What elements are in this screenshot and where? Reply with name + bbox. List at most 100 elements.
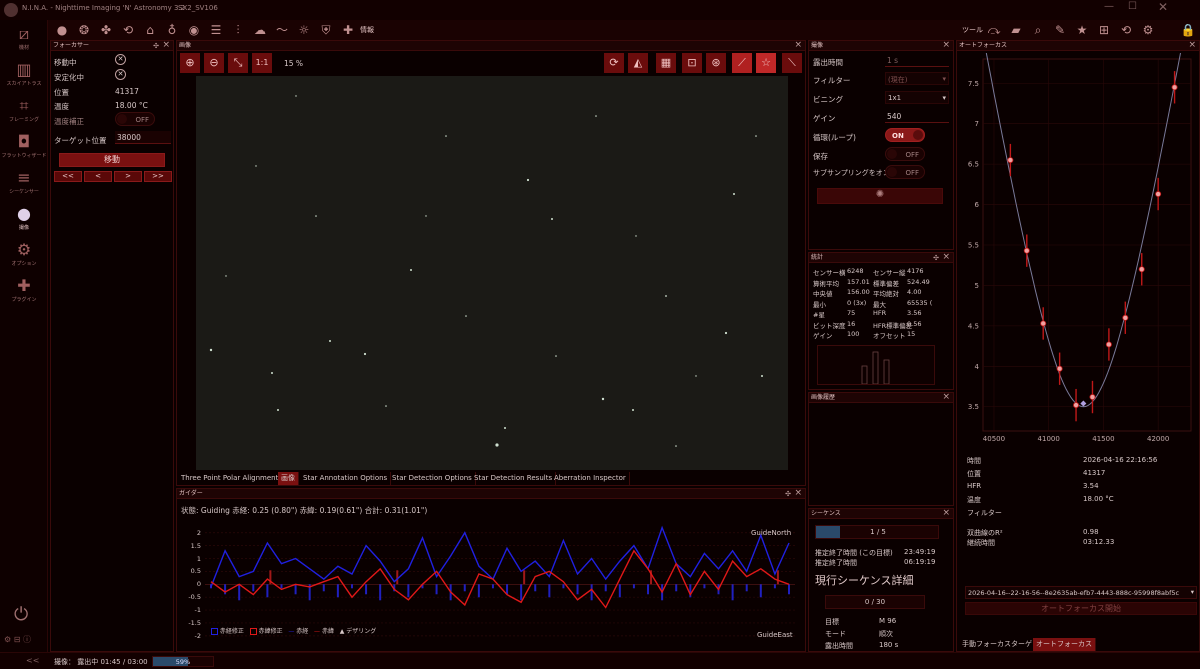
- bottom-icons[interactable]: ⚙ ⊟ ⓘ: [4, 634, 31, 645]
- pin-icon[interactable]: ✣: [153, 41, 159, 51]
- star-icon[interactable]: ★: [1072, 20, 1092, 40]
- ra-correction-bar: [534, 584, 537, 592]
- histogram: [817, 345, 935, 385]
- close-icon[interactable]: ×: [1188, 41, 1196, 50]
- loop-toggle[interactable]: ON: [885, 128, 925, 142]
- sidebar-item-options[interactable]: ⚙ オプション: [0, 240, 48, 267]
- ruler-icon[interactable]: ▰: [1006, 20, 1026, 40]
- close-icon[interactable]: ×: [942, 393, 950, 402]
- close-icon[interactable]: ×: [162, 41, 170, 50]
- focuser-icon[interactable]: ✤: [96, 20, 116, 40]
- sliders-icon[interactable]: ⫶: [228, 20, 248, 40]
- pin-icon[interactable]: ✣: [933, 253, 939, 263]
- rotator-icon[interactable]: ⟲: [118, 20, 138, 40]
- search-icon[interactable]: ⌕: [1028, 20, 1048, 40]
- mount-icon[interactable]: ♁: [162, 20, 182, 40]
- puzzle-icon[interactable]: ✚: [338, 20, 358, 40]
- close-icon[interactable]: ×: [942, 253, 950, 262]
- tab-image[interactable]: 画像: [278, 472, 299, 485]
- list-icon[interactable]: ☰: [206, 20, 226, 40]
- ra-correction-bar: [350, 584, 353, 589]
- star-field-image[interactable]: [196, 76, 788, 470]
- guider-icon[interactable]: ◉: [184, 20, 204, 40]
- status-bar: << 撮像： 露出中 01:45 / 03:00 59%: [0, 652, 1200, 669]
- shield-icon[interactable]: ⛨: [316, 20, 336, 40]
- star-annotate-icon[interactable]: ☆: [756, 53, 776, 73]
- tab-aberration[interactable]: Aberration Inspector: [551, 472, 630, 485]
- tab-autofocus[interactable]: オートフォーカス: [1033, 638, 1096, 651]
- rotate-icon[interactable]: ⟳: [604, 53, 624, 73]
- data-point: [1105, 341, 1112, 348]
- close-icon[interactable]: ×: [794, 489, 802, 498]
- af-info-value: 3.54: [1083, 482, 1099, 490]
- zoom-out-icon[interactable]: ⊖: [204, 53, 224, 73]
- pin-icon[interactable]: ✣: [785, 489, 791, 499]
- stat-value: 157.01: [847, 277, 870, 286]
- crop-icon[interactable]: ⊡: [682, 53, 702, 73]
- stat-value: 75: [847, 309, 856, 317]
- crosshair-icon[interactable]: ⊛: [706, 53, 726, 73]
- draw-icon[interactable]: ⟍: [782, 53, 802, 73]
- tab-star-results[interactable]: Star Detection Results: [471, 472, 557, 485]
- triangle-icon[interactable]: ◭: [628, 53, 648, 73]
- close-icon[interactable]: ✕: [1158, 0, 1168, 14]
- move-button[interactable]: 移動: [59, 153, 165, 167]
- sidebar-item-sequencer[interactable]: ≡ シーケンサー: [0, 168, 48, 195]
- info-label[interactable]: 情報: [360, 25, 374, 35]
- step-left-far[interactable]: <<: [54, 171, 82, 182]
- minimize-icon[interactable]: —: [1104, 1, 1114, 12]
- grid-icon[interactable]: ⊞: [1094, 20, 1114, 40]
- gear-icon[interactable]: ⚙: [1138, 20, 1158, 40]
- filter-wheel-icon[interactable]: ❂: [74, 20, 94, 40]
- close-icon[interactable]: ×: [942, 41, 950, 50]
- fit-icon[interactable]: ⤡: [228, 53, 248, 73]
- step-right[interactable]: >: [114, 171, 142, 182]
- sidebar-item-framing[interactable]: ⌗ フレーミング: [0, 96, 48, 123]
- dec-correction-bar: [396, 570, 399, 585]
- guide-y-tick: 1: [196, 554, 201, 563]
- sidebar-item-imaging[interactable]: ● 撮像: [0, 204, 48, 231]
- target-position-input[interactable]: 38000: [115, 131, 171, 144]
- graph-icon[interactable]: 〜: [272, 20, 292, 40]
- tempcomp-toggle[interactable]: OFF: [115, 112, 155, 126]
- tools-label[interactable]: ツール: [962, 25, 983, 35]
- dome-icon[interactable]: ⌂: [140, 20, 160, 40]
- exposure-input[interactable]: 1 s: [885, 54, 949, 67]
- close-icon[interactable]: ×: [942, 509, 950, 518]
- magic-icon[interactable]: ⤼: [984, 20, 1004, 40]
- tab-polar-alignment[interactable]: Three Point Polar Alignment: [178, 472, 283, 485]
- camera-icon[interactable]: ●: [52, 20, 72, 40]
- capture-button[interactable]: ✺: [817, 188, 943, 204]
- step-right-far[interactable]: >>: [144, 171, 172, 182]
- subsample-toggle[interactable]: OFF: [885, 165, 925, 179]
- y-tick-label: 6: [975, 201, 980, 209]
- start-autofocus-button[interactable]: オートフォーカス開始: [965, 602, 1197, 615]
- save-toggle[interactable]: OFF: [885, 147, 925, 161]
- power-icon[interactable]: ⏻: [14, 604, 28, 625]
- tab-star-detection[interactable]: Star Detection Options: [389, 472, 476, 485]
- stretch-icon[interactable]: ⟋: [732, 53, 752, 73]
- tab-star-annotation[interactable]: Star Annotation Options: [300, 472, 392, 485]
- back-icon[interactable]: <<: [26, 656, 39, 665]
- af-run-select[interactable]: 2026-04-16--22-16-56--8e2635ab-efb7-4443…: [965, 586, 1197, 599]
- close-icon[interactable]: ×: [794, 41, 802, 50]
- sidebar-item-atlas[interactable]: ▥ スカイアトラス: [0, 60, 48, 87]
- sidebar-item-equipment[interactable]: ⧄ 機材: [0, 24, 48, 51]
- grid-overlay-icon[interactable]: ▦: [656, 53, 676, 73]
- zoom-in-icon[interactable]: ⊕: [180, 53, 200, 73]
- bulb-icon[interactable]: ☼: [294, 20, 314, 40]
- step-left[interactable]: <: [84, 171, 112, 182]
- binning-select[interactable]: 1x1 ▾: [885, 91, 949, 104]
- zoom-1to1-button[interactable]: 1:1: [252, 53, 272, 73]
- stat-value: 0 (3x): [847, 298, 867, 307]
- filter-select[interactable]: (現在) ▾: [885, 72, 949, 85]
- gain-input[interactable]: 540: [885, 110, 949, 123]
- cloud-icon[interactable]: ☁: [250, 20, 270, 40]
- brush-icon[interactable]: ✎: [1050, 20, 1070, 40]
- sidebar-item-flats[interactable]: ◘ フラットウィザード: [0, 132, 48, 159]
- x-tick-label: 42000: [1147, 435, 1169, 443]
- maximize-icon[interactable]: ☐: [1128, 1, 1137, 12]
- history-icon[interactable]: ⟲: [1116, 20, 1136, 40]
- lock-icon[interactable]: 🔒: [1178, 20, 1198, 40]
- sidebar-item-plugins[interactable]: ✚ プラグイン: [0, 276, 48, 303]
